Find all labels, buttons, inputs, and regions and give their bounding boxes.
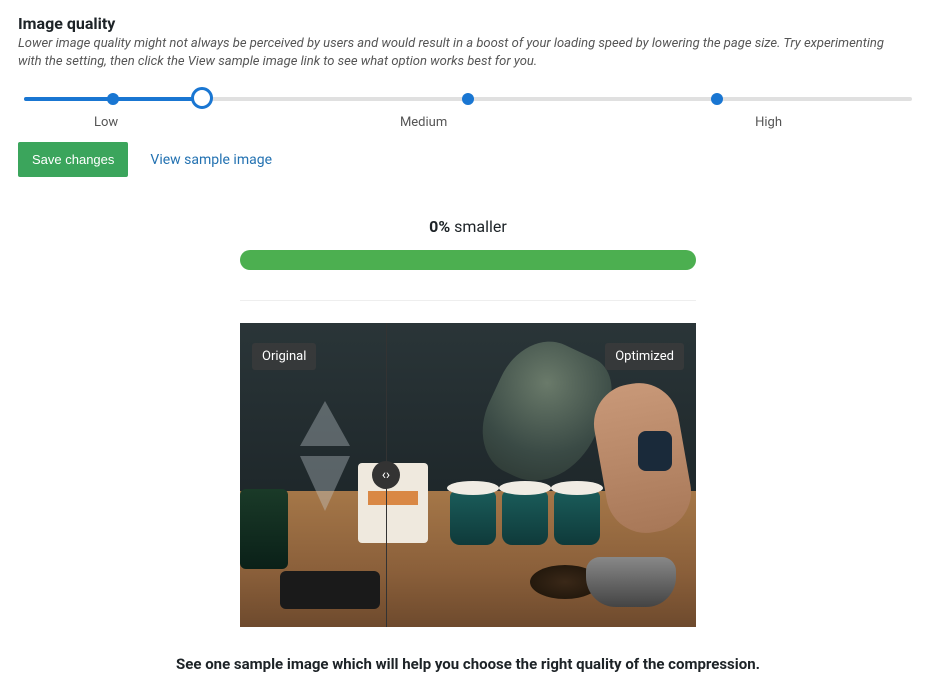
slider-handle[interactable] <box>191 87 213 109</box>
actions-row: Save changes View sample image <box>18 142 918 177</box>
split-handle[interactable]: ‹› <box>372 461 400 489</box>
smaller-text: 0% smaller <box>240 217 696 236</box>
section-title: Image quality <box>18 14 918 33</box>
slider-track <box>24 97 912 101</box>
quality-slider[interactable]: Low Medium High <box>24 97 912 130</box>
save-button[interactable]: Save changes <box>18 142 128 177</box>
original-badge: Original <box>252 343 316 370</box>
smaller-suffix: smaller <box>450 217 507 236</box>
slider-mark-high <box>711 93 723 105</box>
split-handle-icon: ‹› <box>382 467 390 483</box>
smaller-percent: 0% <box>429 217 450 236</box>
result-bar <box>240 250 696 270</box>
footer-text: See one sample image which will help you… <box>18 655 918 673</box>
view-sample-link[interactable]: View sample image <box>150 152 272 168</box>
optimized-badge: Optimized <box>605 343 684 370</box>
slider-labels: Low Medium High <box>24 115 912 130</box>
divider <box>240 300 696 301</box>
slider-label-low: Low <box>24 115 273 130</box>
section-description: Lower image quality might not always be … <box>18 35 898 71</box>
slider-mark-medium <box>462 93 474 105</box>
slider-mark-low <box>107 93 119 105</box>
compare-section: 0% smaller Original Optimized ‹› <box>240 217 696 627</box>
slider-label-high: High <box>575 115 912 130</box>
image-compare[interactable]: Original Optimized ‹› <box>240 323 696 627</box>
slider-label-medium: Medium <box>277 115 570 130</box>
